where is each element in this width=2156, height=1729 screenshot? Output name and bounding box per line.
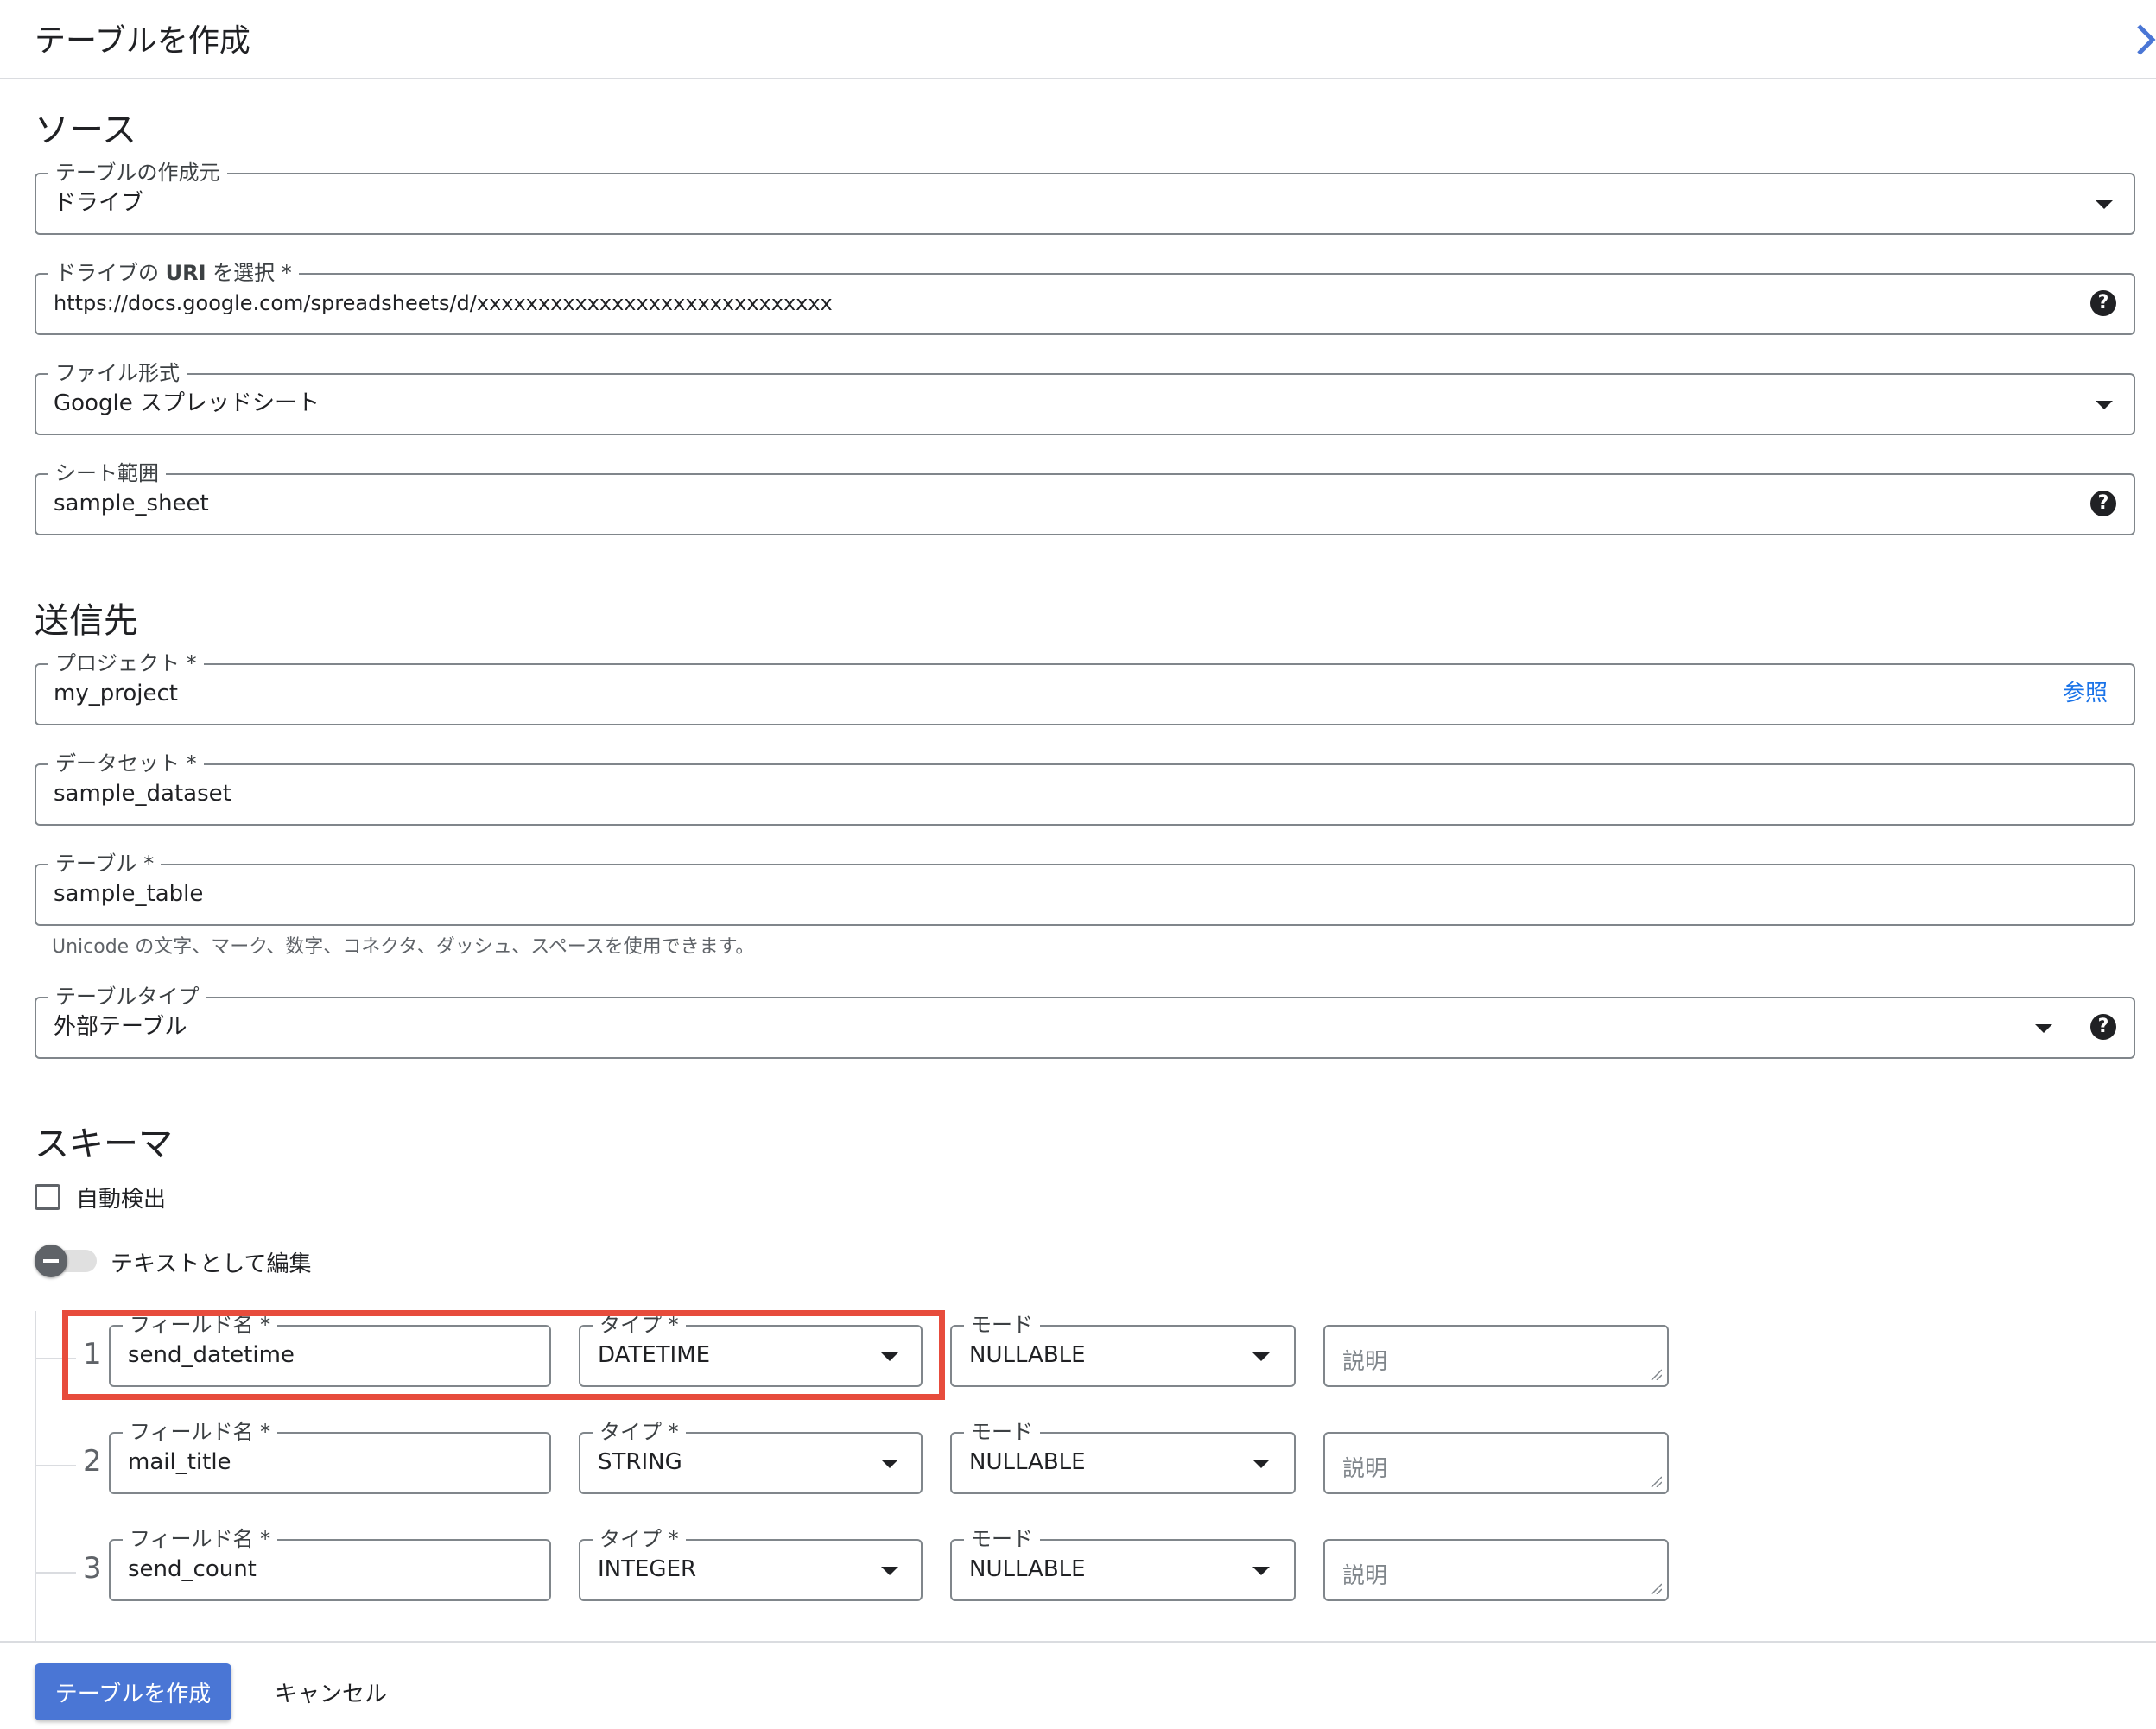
help-icon[interactable]: ? bbox=[2090, 491, 2116, 516]
sheet-range-label: シート範囲 bbox=[48, 459, 166, 487]
sheet-range-value: sample_sheet bbox=[54, 491, 209, 516]
auto-detect-label: 自動検出 bbox=[76, 1187, 167, 1213]
drive-uri-value: https://docs.google.com/spreadsheets/d/x… bbox=[54, 291, 833, 315]
mode-select[interactable]: モード NULLABLE bbox=[950, 1525, 1296, 1601]
type-value: INTEGER bbox=[598, 1556, 697, 1582]
help-icon[interactable]: ? bbox=[2090, 290, 2116, 316]
dropdown-arrow-icon bbox=[2096, 401, 2113, 409]
drive-uri-input[interactable]: ドライブの URI を選択 * https://docs.google.com/… bbox=[35, 259, 2135, 335]
description-placeholder: 説明 bbox=[1342, 1349, 1388, 1375]
sheet-range-input[interactable]: シート範囲 sample_sheet ? bbox=[35, 459, 2135, 535]
field-name-value: send_count bbox=[128, 1556, 257, 1582]
dropdown-arrow-icon bbox=[2096, 200, 2113, 209]
field-name-value: mail_title bbox=[128, 1449, 231, 1475]
field-name-input[interactable]: フィールド名 * send_count bbox=[109, 1525, 551, 1601]
table-value: sample_table bbox=[54, 881, 204, 907]
field-name-label: フィールド名 * bbox=[123, 1525, 278, 1553]
row-highlight-box bbox=[62, 1310, 945, 1400]
table-type-select[interactable]: テーブルタイプ 外部テーブル ? bbox=[35, 983, 2135, 1059]
description-placeholder: 説明 bbox=[1342, 1563, 1388, 1589]
description-placeholder: 説明 bbox=[1342, 1456, 1388, 1482]
description-textarea[interactable]: 説明 bbox=[1323, 1325, 1669, 1387]
type-select[interactable]: タイプ * STRING bbox=[579, 1418, 923, 1494]
dataset-value: sample_dataset bbox=[54, 781, 231, 807]
resize-grip-icon[interactable] bbox=[1650, 1582, 1662, 1594]
resize-grip-icon[interactable] bbox=[1650, 1368, 1662, 1380]
chevron-right-icon[interactable] bbox=[2134, 19, 2156, 60]
table-name-hint: Unicode の文字、マーク、数字、コネクタ、ダッシュ、スペースを使用できます… bbox=[52, 936, 755, 958]
dataset-input[interactable]: データセット * sample_dataset bbox=[35, 750, 2135, 826]
table-type-label: テーブルタイプ bbox=[48, 983, 206, 1010]
mode-select[interactable]: モード NULLABLE bbox=[950, 1311, 1296, 1387]
description-textarea[interactable]: 説明 bbox=[1323, 1539, 1669, 1601]
type-value: STRING bbox=[598, 1449, 682, 1475]
toggle-icon[interactable] bbox=[35, 1244, 67, 1277]
mode-value: NULLABLE bbox=[969, 1342, 1086, 1368]
field-name-input[interactable]: フィールド名 * mail_title bbox=[109, 1418, 551, 1494]
page-title: テーブルを作成 bbox=[35, 23, 250, 59]
schema-row-number: 3 bbox=[83, 1551, 102, 1586]
file-format-label: ファイル形式 bbox=[48, 359, 187, 387]
create-from-select[interactable]: テーブルの作成元 ドライブ bbox=[35, 159, 2135, 235]
help-icon[interactable]: ? bbox=[2090, 1014, 2116, 1040]
dataset-label: データセット * bbox=[48, 750, 204, 777]
source-section-title: ソース bbox=[35, 111, 136, 150]
create-table-button[interactable]: テーブルを作成 bbox=[35, 1663, 231, 1720]
dropdown-arrow-icon bbox=[881, 1460, 898, 1468]
project-value: my_project bbox=[54, 681, 178, 706]
file-format-select[interactable]: ファイル形式 Google スプレッドシート bbox=[35, 359, 2135, 435]
dropdown-arrow-icon bbox=[2035, 1024, 2052, 1033]
mode-select[interactable]: モード NULLABLE bbox=[950, 1418, 1296, 1494]
dropdown-arrow-icon bbox=[881, 1567, 898, 1575]
field-name-label: フィールド名 * bbox=[123, 1418, 278, 1446]
type-select[interactable]: タイプ * INTEGER bbox=[579, 1525, 923, 1601]
mode-label: モード bbox=[964, 1311, 1040, 1339]
mode-label: モード bbox=[964, 1418, 1040, 1446]
table-type-value: 外部テーブル bbox=[54, 1014, 187, 1040]
drive-uri-label: ドライブの URI を選択 * bbox=[48, 259, 299, 287]
cancel-button[interactable]: キャンセル bbox=[259, 1663, 403, 1720]
project-label: プロジェクト * bbox=[48, 649, 204, 677]
dropdown-arrow-icon bbox=[1252, 1460, 1270, 1468]
type-label: タイプ * bbox=[593, 1418, 686, 1446]
edit-as-text-label: テキストとして編集 bbox=[111, 1251, 312, 1277]
table-input[interactable]: テーブル * sample_table bbox=[35, 850, 2135, 926]
table-label: テーブル * bbox=[48, 850, 162, 877]
mode-value: NULLABLE bbox=[969, 1556, 1086, 1582]
project-input[interactable]: プロジェクト * my_project 参照 bbox=[35, 649, 2135, 725]
browse-link[interactable]: 参照 bbox=[2063, 679, 2108, 708]
type-label: タイプ * bbox=[593, 1525, 686, 1553]
schema-row-number: 2 bbox=[83, 1444, 102, 1479]
create-from-label: テーブルの作成元 bbox=[48, 159, 227, 187]
schema-tree-line bbox=[35, 1311, 36, 1641]
mode-value: NULLABLE bbox=[969, 1449, 1086, 1475]
schema-section-title: スキーマ bbox=[35, 1124, 173, 1164]
schema-tree-branch bbox=[35, 1572, 76, 1574]
dropdown-arrow-icon bbox=[1252, 1567, 1270, 1575]
mode-label: モード bbox=[964, 1525, 1040, 1553]
dropdown-arrow-icon bbox=[1252, 1352, 1270, 1361]
schema-tree-branch bbox=[35, 1465, 76, 1466]
resize-grip-icon[interactable] bbox=[1650, 1475, 1662, 1487]
description-textarea[interactable]: 説明 bbox=[1323, 1432, 1669, 1494]
destination-section-title: 送信先 bbox=[35, 601, 138, 641]
create-from-value: ドライブ bbox=[54, 190, 144, 216]
panel-header: テーブルを作成 bbox=[0, 0, 2156, 79]
file-format-value: Google スプレッドシート bbox=[54, 390, 320, 416]
auto-detect-checkbox[interactable] bbox=[35, 1184, 60, 1210]
